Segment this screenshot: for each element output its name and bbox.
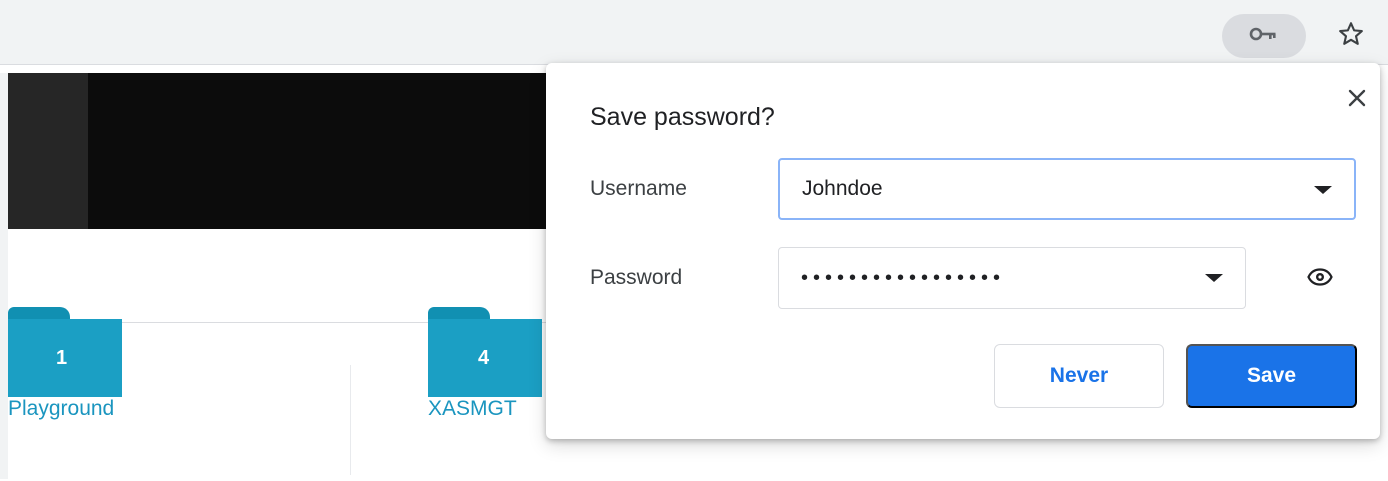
folder-name[interactable]: XASMGT [428,397,517,421]
page-left-edge [0,229,8,479]
password-key-button[interactable] [1222,14,1306,58]
dialog-title: Save password? [590,103,775,131]
show-password-button[interactable] [1302,263,1338,295]
password-select[interactable]: ••••••••••••••••• [778,247,1246,309]
folder-count: 4 [478,346,490,369]
hero-sidebar [8,73,88,229]
never-button[interactable]: Never [994,344,1164,408]
folder-icon: 4 [428,319,542,397]
username-select[interactable]: Johndoe [778,158,1356,220]
save-button[interactable]: Save [1186,344,1357,408]
chevron-down-icon [1205,274,1223,282]
username-label: Username [590,177,687,200]
close-button[interactable] [1342,85,1372,115]
key-icon [1249,26,1279,47]
page-left-gutter [0,73,8,229]
eye-icon [1307,267,1333,291]
password-value: ••••••••••••••••• [801,266,1006,289]
browser-toolbar [0,0,1388,64]
save-password-dialog: Save password? Username Johndoe Password… [546,63,1380,439]
folder-name[interactable]: Playground [8,397,114,421]
bookmark-star-button[interactable] [1330,18,1372,54]
hero-banner [8,73,608,229]
chevron-down-icon [1314,186,1332,194]
star-icon [1337,20,1365,53]
password-label: Password [590,266,683,289]
folder-icon: 1 [8,319,122,397]
column-divider [350,365,351,475]
close-icon [1347,88,1367,113]
username-value: Johndoe [802,177,883,200]
folder-count: 1 [56,346,68,369]
